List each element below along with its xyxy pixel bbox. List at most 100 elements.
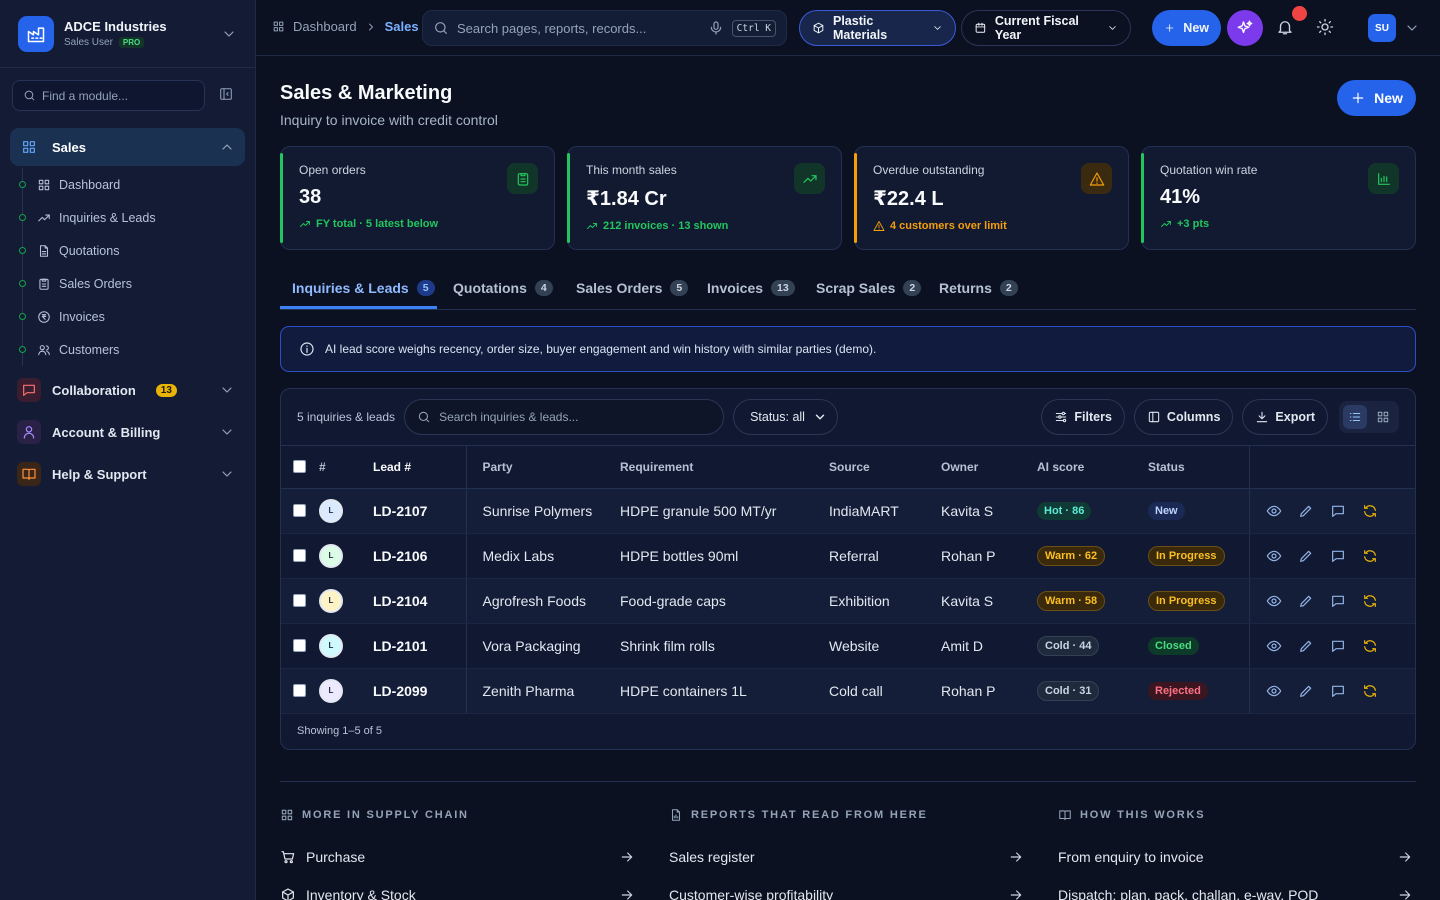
edit-icon[interactable]: [1298, 638, 1314, 654]
link-inventory-stock[interactable]: Inventory & Stock: [280, 876, 635, 900]
view-icon[interactable]: [1266, 503, 1282, 519]
export-button[interactable]: Export: [1242, 399, 1328, 435]
lead-number[interactable]: LD-2104: [368, 578, 467, 624]
view-icon[interactable]: [1266, 548, 1282, 564]
new-record-button[interactable]: New: [1337, 80, 1416, 116]
column-header[interactable]: Status: [1148, 446, 1249, 489]
view-icon[interactable]: [1266, 638, 1282, 654]
column-header[interactable]: Lead #: [368, 446, 467, 489]
business-unit-selector[interactable]: Plastic Materials: [799, 10, 956, 46]
row-checkbox[interactable]: [293, 594, 306, 607]
comment-icon[interactable]: [1330, 593, 1346, 609]
column-header[interactable]: Requirement: [620, 446, 829, 489]
brand-switcher[interactable]: ADCE Industries Sales User PRO: [0, 0, 255, 68]
table-row[interactable]: L LD-2101 Vora Packaging Shrink film rolls W…: [281, 623, 1415, 669]
grid-view-icon[interactable]: [1371, 405, 1395, 429]
lead-number[interactable]: LD-2101: [368, 623, 467, 669]
tab-inquiries-leads[interactable]: Inquiries & Leads 5: [292, 266, 435, 309]
edit-icon[interactable]: [1298, 593, 1314, 609]
tab-quotations[interactable]: Quotations 4: [453, 266, 553, 309]
link-sales-register[interactable]: Sales register: [669, 838, 1024, 876]
view-icon[interactable]: [1266, 593, 1282, 609]
row-checkbox[interactable]: [293, 684, 306, 697]
edit-icon[interactable]: [1298, 683, 1314, 699]
link-enquiry-to-invoice[interactable]: From enquiry to invoice: [1058, 838, 1413, 876]
column-header[interactable]: Party: [466, 446, 620, 489]
status-filter-select[interactable]: Status: all: [733, 399, 839, 435]
kpi-month-sales[interactable]: This month sales ₹1.84 Cr 212 invoices ·…: [567, 146, 842, 250]
convert-icon[interactable]: [1362, 638, 1378, 654]
tab-count: 4: [534, 279, 553, 296]
sidebar-item-sales-orders[interactable]: Sales Orders: [19, 267, 242, 300]
status-filter-value: Status: all: [750, 410, 805, 424]
column-header[interactable]: Owner: [941, 446, 1037, 489]
column-header[interactable]: #: [319, 446, 368, 489]
column-header[interactable]: Source: [829, 446, 941, 489]
ai-assistant-button[interactable]: [1227, 10, 1263, 46]
breadcrumb: Dashboard Sales: [272, 19, 419, 34]
lead-number[interactable]: LD-2107: [368, 488, 467, 534]
filters-label: Filters: [1074, 410, 1112, 424]
kpi-overdue-outstanding[interactable]: Overdue outstanding ₹22.4 L 4 customers …: [854, 146, 1129, 250]
avatar[interactable]: SU: [1368, 14, 1396, 42]
global-search-input[interactable]: Search pages, reports, records... Ctrl K: [422, 10, 787, 46]
kpi-value: 38: [299, 186, 322, 208]
microphone-icon[interactable]: [708, 20, 724, 36]
module-search-input[interactable]: Find a module...: [12, 80, 205, 111]
convert-icon[interactable]: [1362, 548, 1378, 564]
collapse-sidebar-icon[interactable]: [218, 86, 234, 102]
chevron-down-icon[interactable]: [1404, 20, 1420, 36]
sidebar-item-quotations[interactable]: Quotations: [19, 234, 242, 267]
view-icon[interactable]: [1266, 683, 1282, 699]
nav-group-help-support[interactable]: Help & Support: [10, 455, 245, 493]
breadcrumb-dashboard[interactable]: Dashboard: [293, 19, 357, 34]
edit-icon[interactable]: [1298, 503, 1314, 519]
convert-icon[interactable]: [1362, 503, 1378, 519]
sidebar-item-dashboard[interactable]: Dashboard: [19, 168, 242, 201]
table-row[interactable]: L LD-2104 Agrofresh Foods Food-grade caps Ex…: [281, 578, 1415, 624]
comment-icon[interactable]: [1330, 683, 1346, 699]
fiscal-period-selector[interactable]: Current Fiscal Year: [961, 10, 1131, 46]
comment-icon[interactable]: [1330, 638, 1346, 654]
select-all-checkbox[interactable]: [293, 460, 306, 474]
tab-scrap-sales[interactable]: Scrap Sales 2: [816, 266, 922, 309]
link-dispatch-guide[interactable]: Dispatch: plan, pack, challan, e-way, PO…: [1058, 876, 1413, 900]
columns-button[interactable]: Columns: [1133, 399, 1234, 435]
convert-icon[interactable]: [1362, 593, 1378, 609]
sidebar-item-customers[interactable]: Customers: [19, 333, 242, 366]
bell-icon[interactable]: [1276, 18, 1294, 36]
edit-icon[interactable]: [1298, 548, 1314, 564]
new-button[interactable]: New: [1152, 10, 1221, 46]
global-search-placeholder: Search pages, reports, records...: [457, 20, 647, 36]
row-checkbox[interactable]: [293, 504, 306, 517]
tab-sales-orders[interactable]: Sales Orders 5: [576, 266, 689, 309]
theme-toggle-sun-icon[interactable]: [1316, 18, 1334, 36]
tab-invoices[interactable]: Invoices 13: [707, 266, 795, 309]
filters-button[interactable]: Filters: [1041, 399, 1125, 435]
table-row[interactable]: L LD-2099 Zenith Pharma HDPE containers 1L C…: [281, 668, 1415, 714]
nav-group-collaboration[interactable]: Collaboration 13: [10, 371, 245, 409]
lead-number[interactable]: LD-2106: [368, 533, 467, 579]
sidebar-item-invoices[interactable]: Invoices: [19, 300, 242, 333]
kpi-quotation-win-rate[interactable]: Quotation win rate 41% +3 pts: [1141, 146, 1416, 250]
sidebar-item-inquiries[interactable]: Inquiries & Leads: [19, 201, 242, 234]
column-header[interactable]: AI score: [1037, 446, 1148, 489]
link-customer-profitability[interactable]: Customer-wise profitability: [669, 876, 1024, 900]
table-search-input[interactable]: Search inquiries & leads...: [404, 399, 725, 435]
tab-count: 2: [999, 279, 1018, 296]
row-checkbox[interactable]: [293, 549, 306, 562]
table-row[interactable]: L LD-2106 Medix Labs HDPE bottles 90ml Refer…: [281, 533, 1415, 579]
table-row[interactable]: L LD-2107 Sunrise Polymers HDPE granule 500…: [281, 488, 1415, 534]
nav-group-account-billing[interactable]: Account & Billing: [10, 413, 245, 451]
list-view-icon[interactable]: [1343, 405, 1367, 429]
convert-icon[interactable]: [1362, 683, 1378, 699]
link-purchase[interactable]: Purchase: [280, 838, 635, 876]
lead-number[interactable]: LD-2099: [368, 668, 467, 714]
comment-icon[interactable]: [1330, 548, 1346, 564]
sales-subnav: Dashboard Inquiries & Leads Quotations S…: [19, 168, 242, 366]
row-checkbox[interactable]: [293, 639, 306, 652]
nav-group-sales[interactable]: Sales: [10, 128, 245, 166]
tab-returns[interactable]: Returns 2: [939, 266, 1018, 309]
kpi-open-orders[interactable]: Open orders 38 FY total · 5 latest below: [280, 146, 555, 250]
comment-icon[interactable]: [1330, 503, 1346, 519]
